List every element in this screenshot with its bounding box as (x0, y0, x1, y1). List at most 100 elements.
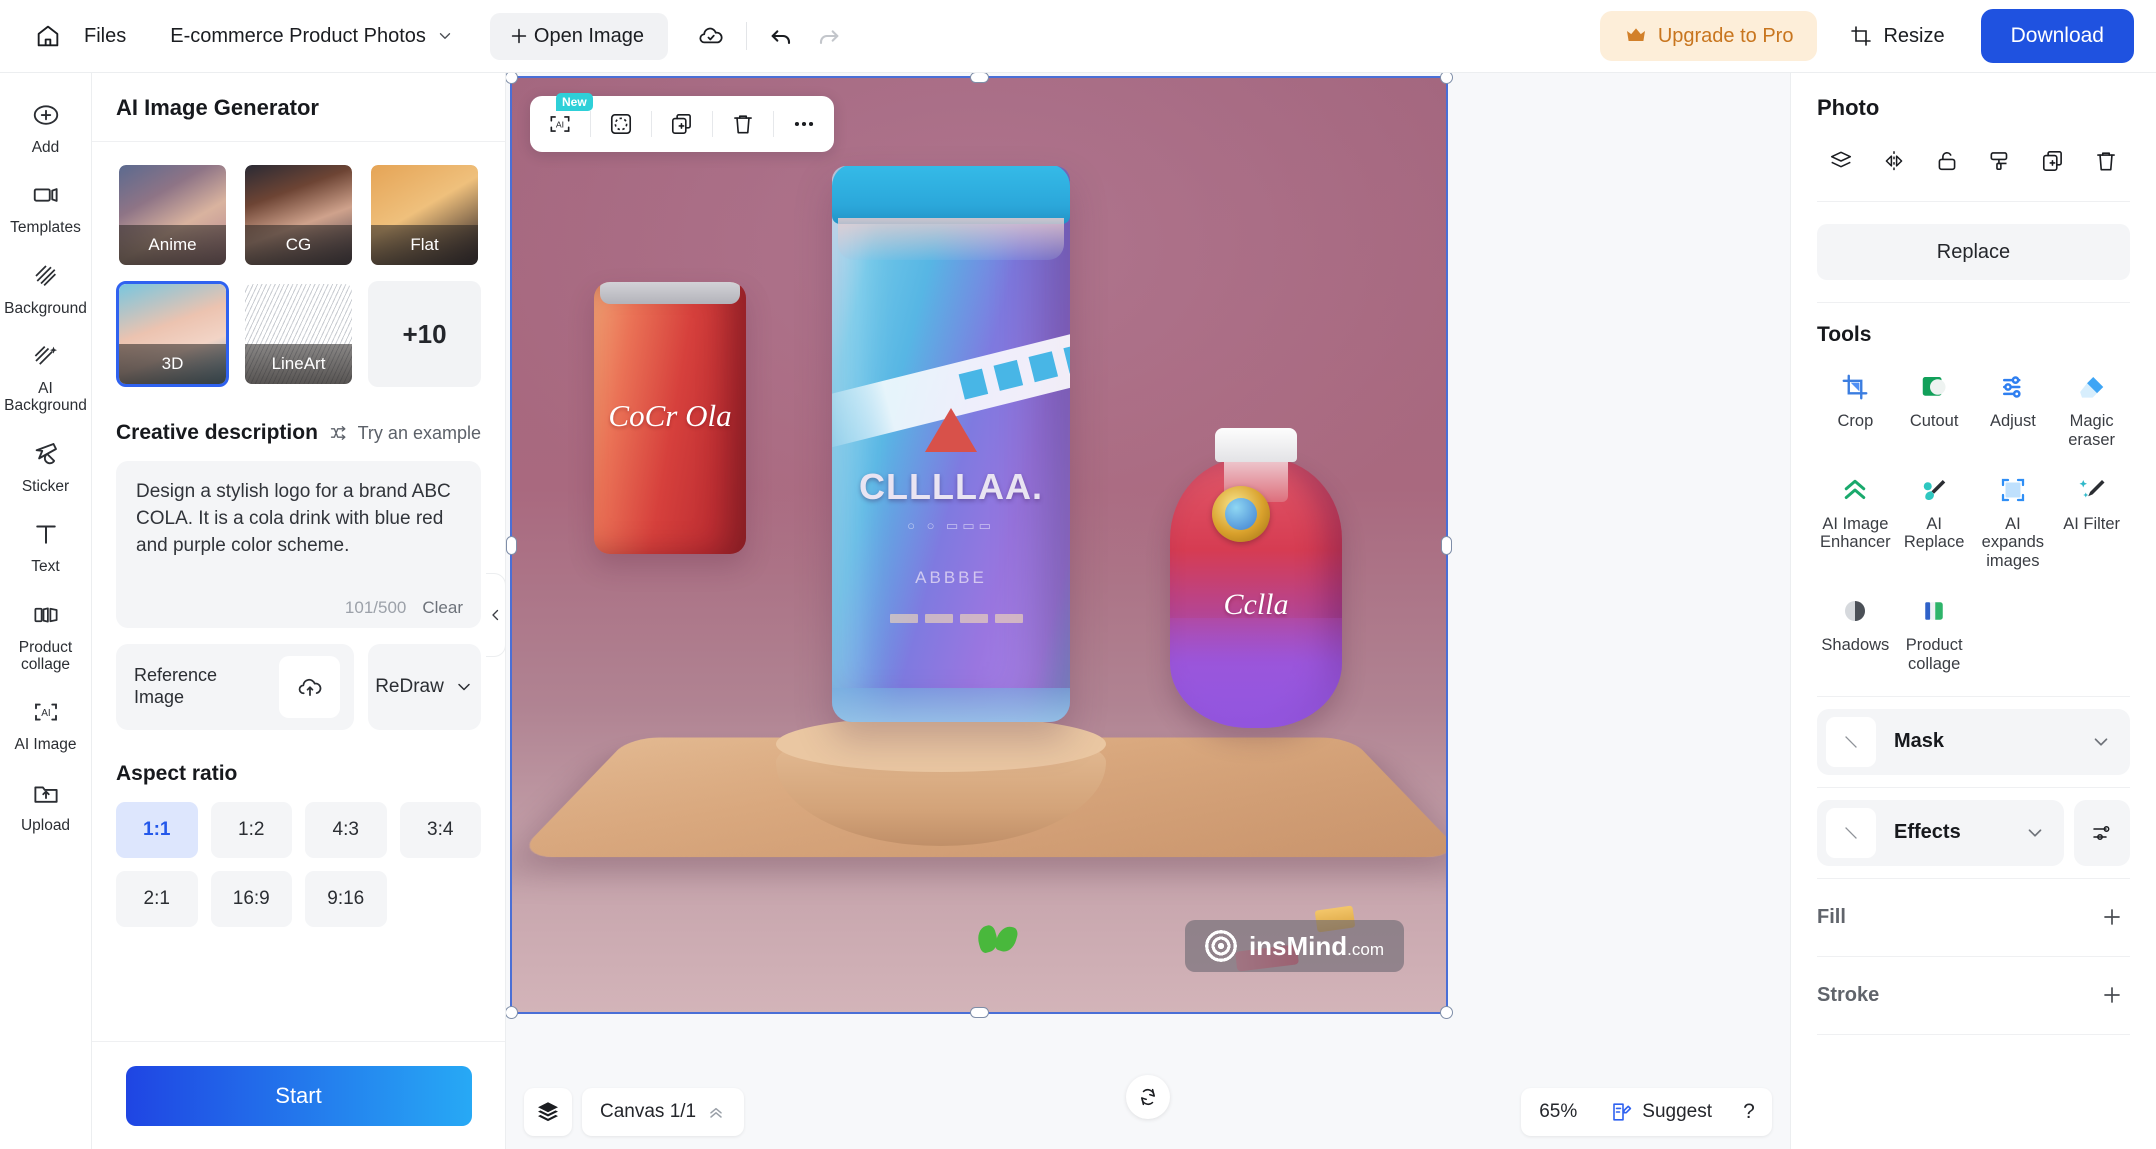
style-card-anime[interactable]: Anime (116, 162, 229, 268)
duplicate-button[interactable] (2033, 141, 2073, 181)
sidebar-item-ai-image[interactable]: AI AI Image (6, 684, 86, 762)
reference-image-drop[interactable] (279, 656, 340, 718)
background-icon (29, 259, 63, 293)
aspect-chip-9-16[interactable]: 9:16 (305, 871, 387, 927)
sidebar-item-label: Upload (20, 816, 71, 834)
mask-label: Mask (1894, 730, 1945, 753)
text-icon (29, 517, 63, 551)
canvas-stage[interactable]: CoCr Ola CLLLLAA. ○ ○ ▭▭▭ ABBBE Cclla in… (506, 73, 1790, 1075)
ai-background-icon (29, 339, 63, 373)
resize-label: Resize (1883, 24, 1945, 47)
add-fill-button[interactable] (2094, 899, 2130, 935)
sidebar-item-ai-background[interactable]: AI Background (4, 328, 87, 424)
aspect-chip-2-1[interactable]: 2:1 (116, 871, 198, 927)
tool-magic-eraser[interactable]: Magic eraser (2053, 361, 2130, 460)
reference-image-uploader[interactable]: Reference Image (116, 644, 354, 730)
undo-button[interactable] (759, 13, 805, 59)
redraw-dropdown[interactable]: ReDraw (368, 644, 481, 730)
effects-settings-button[interactable] (2074, 799, 2130, 866)
cloud-save-button[interactable] (688, 13, 734, 59)
sidebar-item-templates[interactable]: Templates (6, 167, 86, 245)
collapse-panel-button[interactable] (486, 573, 506, 657)
tool-adjust[interactable]: Adjust (1975, 361, 2052, 460)
aspect-chip-3-4[interactable]: 3:4 (399, 802, 481, 858)
flip-button[interactable] (1874, 141, 1914, 181)
adjust-icon (1997, 371, 2029, 403)
try-an-example-button[interactable]: Try an example (329, 423, 481, 444)
mask-accordion[interactable]: Mask (1817, 708, 2130, 775)
sidebar-item-background[interactable]: Background (4, 248, 87, 326)
suggest-button[interactable]: Suggest (1595, 1088, 1726, 1136)
home-button[interactable] (26, 14, 70, 58)
creative-description-input[interactable]: Design a stylish logo for a brand ABC CO… (116, 461, 481, 628)
help-button[interactable]: ? (1726, 1088, 1772, 1136)
style-card-flat[interactable]: Flat (368, 162, 481, 268)
red-can-label: CoCr Ola (608, 398, 732, 433)
canvas-page-selector[interactable]: Canvas 1/1 (582, 1088, 745, 1136)
sidebar-item-add[interactable]: Add (6, 87, 86, 165)
delete-button[interactable] (713, 96, 773, 152)
layer-order-button[interactable] (1821, 141, 1861, 181)
style-label: Flat (371, 225, 478, 265)
upgrade-to-pro-button[interactable]: Upgrade to Pro (1599, 11, 1818, 61)
effects-accordion[interactable]: Effects (1817, 799, 2064, 866)
selected-image-object[interactable]: CoCr Ola CLLLLAA. ○ ○ ▭▭▭ ABBBE Cclla in… (506, 73, 1453, 1019)
tool-shadows[interactable]: Shadows (1817, 585, 1894, 684)
more-styles-button[interactable]: +10 (368, 281, 481, 387)
tool-product-collage[interactable]: Product collage (1896, 585, 1973, 684)
layers-order-icon (1828, 148, 1854, 174)
clear-prompt-button[interactable]: Clear (422, 598, 463, 618)
ai-expand-icon (1997, 474, 2029, 506)
download-button[interactable]: Download (1980, 9, 2134, 63)
app-root: Files E-commerce Product Photos Open Ima… (0, 0, 2156, 1149)
tool-label: Crop (1837, 412, 1874, 430)
tool-crop[interactable]: Crop (1817, 361, 1894, 460)
sidebar-item-upload[interactable]: Upload (6, 765, 86, 843)
add-stroke-button[interactable] (2094, 977, 2130, 1013)
resize-button[interactable]: Resize (1831, 11, 1962, 61)
main-can-label: CLLLLAA. (859, 466, 1043, 507)
tool-cutout[interactable]: Cutout (1896, 361, 1973, 460)
aspect-chip-4-3[interactable]: 4:3 (305, 802, 387, 858)
generated-artwork: CoCr Ola CLLLLAA. ○ ○ ▭▭▭ ABBBE Cclla in… (510, 76, 1448, 1014)
cutout-dashed-circle-icon (608, 111, 634, 137)
watermark-text: insMind.com (1248, 930, 1384, 961)
reset-rotation-button[interactable] (1126, 1075, 1170, 1119)
style-card-3d[interactable]: 3D (116, 281, 229, 387)
cutout-button[interactable] (591, 96, 651, 152)
redo-icon (814, 22, 842, 50)
mask-row: Mask (1817, 708, 2130, 775)
document-name-dropdown[interactable]: E-commerce Product Photos (156, 17, 468, 56)
redo-button[interactable] (805, 13, 851, 59)
sidebar-item-product-collage[interactable]: Product collage (6, 587, 86, 683)
start-button[interactable]: Start (125, 1065, 472, 1126)
more-options-button[interactable] (774, 96, 834, 152)
bottle-label: Cclla (1223, 588, 1289, 621)
delete-button[interactable] (2086, 141, 2126, 181)
duplicate-button[interactable] (652, 96, 712, 152)
paint-roller-button[interactable] (1980, 141, 2020, 181)
lock-button[interactable] (1927, 141, 1967, 181)
zoom-level[interactable]: 65% (1521, 1088, 1595, 1136)
ai-tool-button[interactable]: New AI (530, 93, 593, 152)
panel-scroll-area: Anime CG Flat 3D LineArt +10 Creative de… (92, 142, 505, 1041)
style-card-lineart[interactable]: LineArt (242, 281, 355, 387)
replace-button[interactable]: Replace (1817, 224, 2130, 280)
effects-label: Effects (1894, 821, 1961, 844)
sidebar-item-label: AI Image (14, 736, 77, 754)
sidebar-item-sticker[interactable]: Sticker (6, 426, 86, 504)
aspect-chip-16-9[interactable]: 16:9 (210, 871, 292, 927)
files-menu[interactable]: Files (70, 17, 140, 56)
aspect-chip-1-1[interactable]: 1:1 (116, 802, 198, 858)
tool-ai-replace[interactable]: AI Replace (1896, 464, 1973, 581)
fill-row: Fill (1817, 879, 2130, 957)
tool-ai-image-enhancer[interactable]: AI Image Enhancer (1817, 464, 1894, 581)
aspect-chip-1-2[interactable]: 1:2 (210, 802, 292, 858)
tool-ai-filter[interactable]: AI Filter (2053, 464, 2130, 581)
description-title: Creative description (116, 421, 318, 444)
sidebar-item-text[interactable]: Text (6, 506, 86, 584)
layers-button[interactable] (524, 1088, 572, 1136)
style-card-cg[interactable]: CG (242, 162, 355, 268)
open-image-button[interactable]: Open Image (489, 12, 668, 60)
tool-ai-expands-images[interactable]: AI expands images (1975, 464, 2052, 581)
